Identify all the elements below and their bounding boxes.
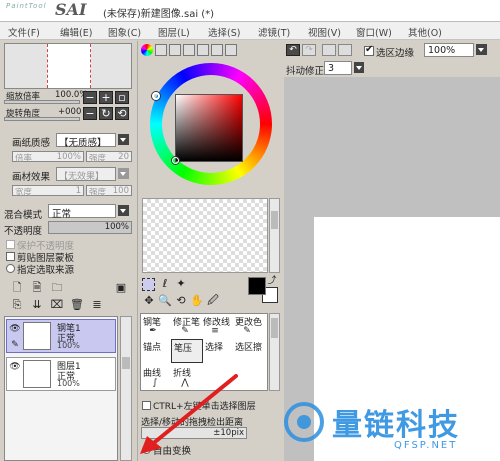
watermark-logo-icon [282, 400, 326, 444]
watermark-name: 量链科技 [332, 408, 460, 443]
annotation-overlay [140, 374, 238, 454]
red-arrow-shaft [148, 374, 238, 448]
watermark-url: QFSP.NET [394, 440, 458, 451]
